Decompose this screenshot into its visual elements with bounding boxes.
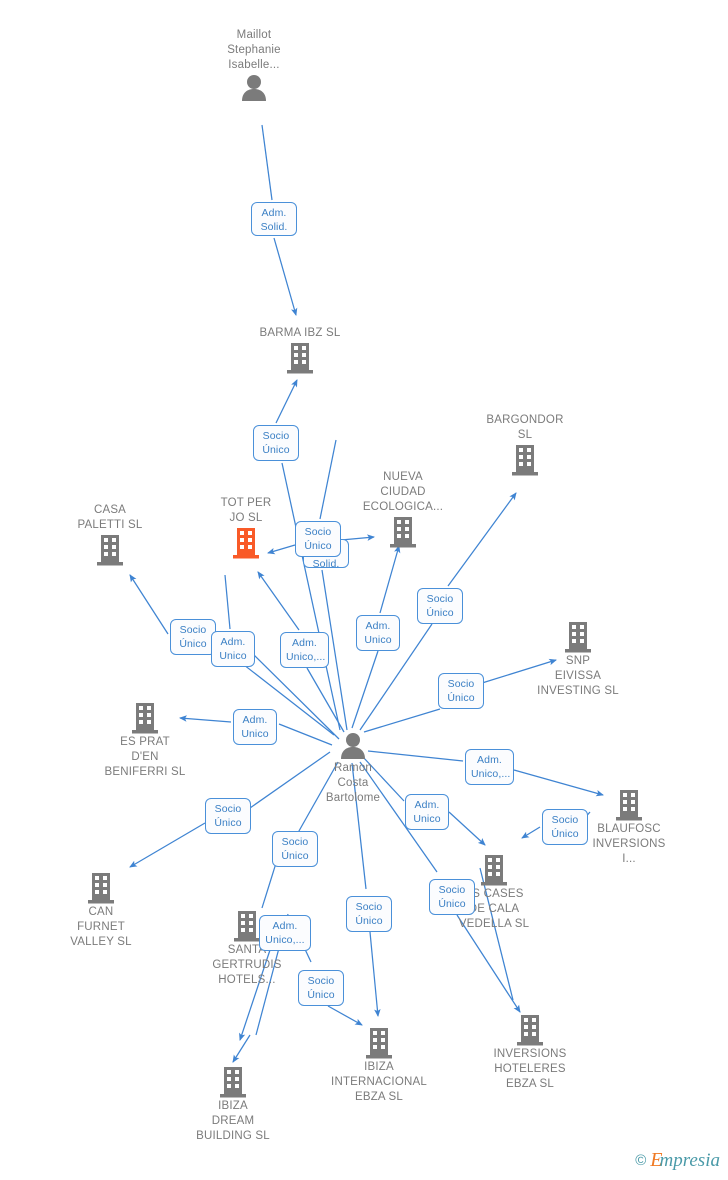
edge-label-socio-unico[interactable]: Socio Único bbox=[170, 619, 216, 655]
node-can-furnet-valley[interactable]: CAN FURNET VALLEY SL bbox=[31, 872, 171, 950]
node-label: Maillot Stephanie Isabelle... bbox=[227, 29, 281, 71]
building-icon bbox=[565, 622, 591, 653]
edge-label-socio-unico[interactable]: Socio Único bbox=[417, 588, 463, 624]
edge-admunicomore-a bbox=[306, 667, 345, 733]
watermark-empresia: © Empresia bbox=[635, 1149, 720, 1172]
edge-ramon-nueva-a bbox=[351, 650, 379, 729]
network-diagram-canvas: Maillot Stephanie Isabelle... BARMA IBZ … bbox=[0, 0, 728, 1180]
edge-label-adm-unico-more[interactable]: Adm. Unico,... bbox=[280, 632, 329, 668]
node-casa-paletti[interactable]: CASA PALETTI SL bbox=[40, 503, 180, 566]
building-icon bbox=[366, 1028, 392, 1059]
edge-admunico-cluster-b bbox=[224, 574, 231, 630]
node-label: BARGONDOR SL bbox=[486, 414, 564, 441]
edge-santa-ibdream-b bbox=[232, 1034, 251, 1063]
node-label: ES PRAT D'EN BENIFERRI SL bbox=[104, 736, 186, 778]
edge-label-adm-unico-more[interactable]: Adm. Unico,... bbox=[259, 915, 311, 951]
copyright-symbol: © bbox=[635, 1152, 647, 1169]
building-icon bbox=[233, 528, 259, 559]
edge-label-socio-unico[interactable]: Socio Único bbox=[253, 425, 299, 461]
edge-label-adm-unico[interactable]: Adm. Unico bbox=[233, 709, 277, 745]
building-icon bbox=[512, 445, 538, 476]
edge-label-adm-unico[interactable]: Adm. Unico bbox=[356, 615, 400, 651]
building-icon bbox=[390, 517, 416, 548]
edge-maillot-barma-a bbox=[261, 124, 273, 201]
node-label: CASA PALETTI SL bbox=[77, 504, 143, 531]
edge-label-socio-unico[interactable]: Socio Único bbox=[429, 879, 475, 915]
node-label: INVERSIONS HOTELERES EBZA SL bbox=[493, 1048, 567, 1090]
building-icon bbox=[481, 855, 507, 886]
edge-maillot-barma-b bbox=[273, 237, 298, 316]
edge-label-adm-solid[interactable]: Adm. Solid. bbox=[251, 202, 297, 236]
edge-label-socio-unico[interactable]: Socio Único bbox=[298, 970, 344, 1006]
edge-admunicomore-b bbox=[257, 571, 300, 631]
edge-label-adm-unico-more[interactable]: Adm. Unico,... bbox=[465, 749, 514, 785]
edge-blaufosc-socio-b bbox=[521, 826, 541, 839]
node-barma-ibz[interactable]: BARMA IBZ SL bbox=[230, 326, 370, 374]
edge-ramon-barma-b bbox=[275, 379, 298, 424]
node-snp-eivissa-investing[interactable]: SNP EIVISSA INVESTING SL bbox=[508, 621, 648, 699]
edge-ramon-ibint-b bbox=[369, 931, 381, 1017]
building-icon bbox=[132, 703, 158, 734]
edge-label-socio-unico[interactable]: Socio Único bbox=[272, 831, 318, 867]
edge-label-socio-unico[interactable]: Socio Único bbox=[205, 798, 251, 834]
edge-layer bbox=[129, 124, 604, 1063]
edge-ramon-casa-b bbox=[129, 574, 169, 635]
edge-ramon-snp-a bbox=[363, 708, 441, 733]
node-es-prat-den-beniferri[interactable]: ES PRAT D'EN BENIFERRI SL bbox=[75, 702, 215, 780]
edge-label-socio-unico[interactable]: Socio Único bbox=[295, 521, 341, 557]
edge-label-adm-unico[interactable]: Adm. Unico bbox=[211, 631, 255, 667]
node-ibiza-internacional-ebza[interactable]: IBIZA INTERNACIONAL EBZA SL bbox=[309, 1027, 449, 1105]
node-label: Ramon Costa Bartolome bbox=[325, 762, 381, 804]
node-ramon-costa-bartolome[interactable]: Ramon Costa Bartolome bbox=[283, 732, 423, 806]
brand-name: mpresia bbox=[659, 1150, 720, 1171]
edge-ramon-santa-b bbox=[261, 859, 278, 909]
person-icon bbox=[341, 733, 365, 759]
node-bargondor[interactable]: BARGONDOR SL bbox=[455, 413, 595, 476]
node-nueva-ciudad-ecologica[interactable]: NUEVA CIUDAD ECOLOGICA... bbox=[333, 470, 473, 548]
building-icon bbox=[97, 535, 123, 566]
edge-label-socio-unico[interactable]: Socio Único bbox=[438, 673, 484, 709]
node-inversions-hoteleres-ebza[interactable]: INVERSIONS HOTELERES EBZA SL bbox=[460, 1014, 600, 1092]
node-label: CAN FURNET VALLEY SL bbox=[70, 906, 132, 948]
edge-label-adm-unico[interactable]: Adm. Unico bbox=[405, 794, 449, 830]
node-label: BARMA IBZ SL bbox=[259, 327, 341, 339]
node-label: SNP EIVISSA INVESTING SL bbox=[537, 655, 619, 697]
building-icon bbox=[287, 343, 313, 374]
node-label: IBIZA DREAM BUILDING SL bbox=[196, 1100, 270, 1142]
node-label: TOT PER JO SL bbox=[220, 497, 272, 524]
building-icon bbox=[220, 1067, 246, 1098]
edge-label-socio-unico[interactable]: Socio Único bbox=[346, 896, 392, 932]
person-icon bbox=[242, 75, 266, 101]
building-icon bbox=[517, 1015, 543, 1046]
node-ibiza-dream-building[interactable]: IBIZA DREAM BUILDING SL bbox=[163, 1066, 303, 1144]
node-label: IBIZA INTERNACIONAL EBZA SL bbox=[331, 1061, 427, 1103]
edge-label-socio-unico[interactable]: Socio Único bbox=[542, 809, 588, 845]
node-maillot[interactable]: Maillot Stephanie Isabelle... bbox=[184, 28, 324, 102]
building-icon bbox=[88, 873, 114, 904]
edge-ramon-nueva-b bbox=[379, 545, 401, 614]
node-label: NUEVA CIUDAD ECOLOGICA... bbox=[362, 471, 444, 513]
edge-ramon-canfurnet-b bbox=[129, 822, 206, 868]
edge-santa-ibint-b bbox=[327, 1005, 363, 1026]
building-icon bbox=[616, 790, 642, 821]
building-icon bbox=[234, 911, 260, 942]
edge-ramon-escases-b bbox=[448, 811, 486, 846]
